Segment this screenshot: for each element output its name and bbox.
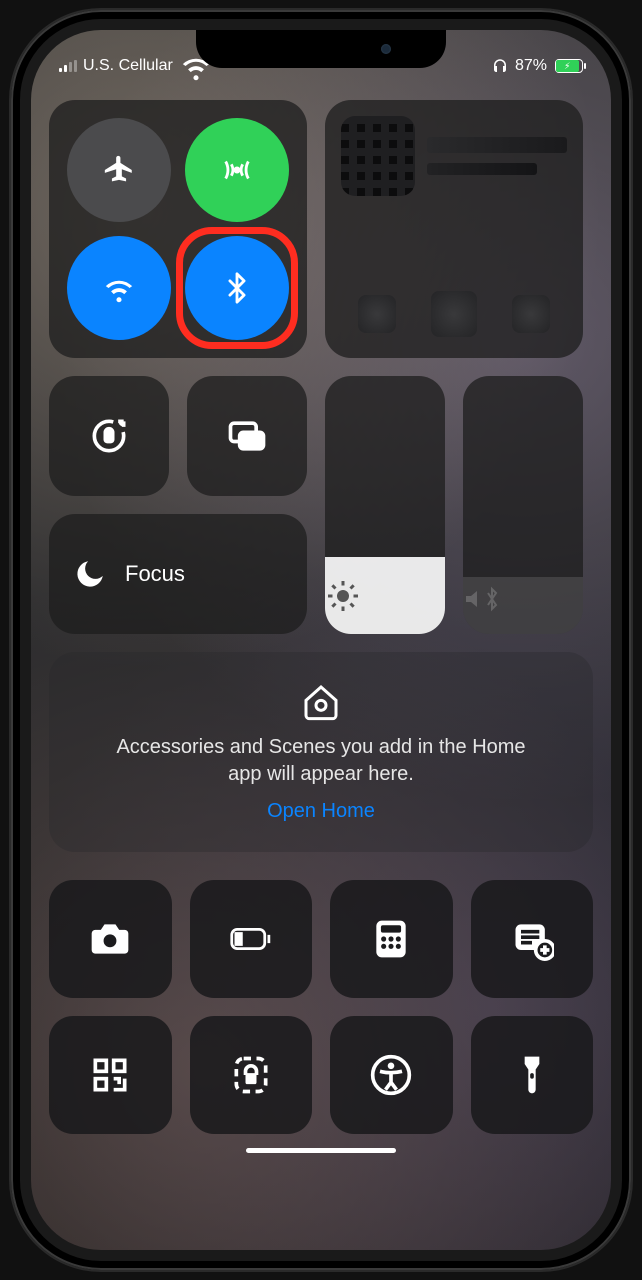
calculator-icon bbox=[369, 917, 413, 961]
screen-mirroring-icon bbox=[225, 414, 269, 458]
connectivity-module[interactable] bbox=[49, 100, 307, 358]
wifi-toggle[interactable] bbox=[67, 236, 171, 340]
open-home-link[interactable]: Open Home bbox=[267, 800, 375, 823]
camera-icon bbox=[88, 917, 132, 961]
camera-shortcut[interactable] bbox=[49, 880, 172, 998]
signal-bars-icon bbox=[59, 60, 77, 72]
moon-icon bbox=[73, 557, 107, 591]
home-indicator[interactable] bbox=[246, 1148, 396, 1153]
antenna-icon bbox=[220, 153, 254, 187]
low-power-shortcut[interactable] bbox=[190, 880, 313, 998]
phone-frame: U.S. Cellular 87% ⚡︎ bbox=[11, 10, 631, 1270]
qr-icon bbox=[88, 1053, 132, 1097]
media-title bbox=[427, 137, 567, 175]
brightness-slider[interactable] bbox=[325, 376, 445, 634]
media-artwork bbox=[341, 116, 415, 196]
focus-toggle[interactable]: Focus bbox=[49, 514, 307, 634]
home-module[interactable]: Accessories and Scenes you add in the Ho… bbox=[49, 652, 593, 852]
guided-access-icon bbox=[229, 1053, 273, 1097]
wifi-icon bbox=[102, 271, 136, 305]
airplane-mode-toggle[interactable] bbox=[67, 118, 171, 222]
home-empty-message: Accessories and Scenes you add in the Ho… bbox=[106, 734, 536, 788]
qr-scan-shortcut[interactable] bbox=[49, 1016, 172, 1134]
screen-mirroring-button[interactable] bbox=[187, 376, 307, 496]
battery-pct: 87% bbox=[515, 57, 547, 75]
notch bbox=[196, 30, 446, 68]
cellular-data-toggle[interactable] bbox=[185, 118, 289, 222]
guided-access-shortcut[interactable] bbox=[190, 1016, 313, 1134]
brightness-icon bbox=[325, 578, 445, 614]
note-add-icon bbox=[510, 917, 554, 961]
home-icon bbox=[301, 682, 341, 722]
screen: U.S. Cellular 87% ⚡︎ bbox=[31, 30, 611, 1250]
accessibility-icon bbox=[369, 1053, 413, 1097]
flashlight-icon bbox=[510, 1053, 554, 1097]
airplane-icon bbox=[102, 153, 136, 187]
front-camera bbox=[381, 44, 391, 54]
previous-track-button[interactable] bbox=[358, 295, 396, 333]
orientation-lock-toggle[interactable] bbox=[49, 376, 169, 496]
battery-low-icon bbox=[229, 917, 273, 961]
play-pause-button[interactable] bbox=[431, 291, 477, 337]
calculator-shortcut[interactable] bbox=[330, 880, 453, 998]
bluetooth-toggle[interactable] bbox=[185, 236, 289, 340]
headphones-icon bbox=[491, 57, 509, 75]
highlight-annotation bbox=[176, 227, 298, 349]
control-center: Focus bbox=[49, 100, 593, 1238]
orientation-lock-icon bbox=[87, 414, 131, 458]
next-track-button[interactable] bbox=[512, 295, 550, 333]
flashlight-shortcut[interactable] bbox=[471, 1016, 594, 1134]
carrier-name: U.S. Cellular bbox=[83, 57, 173, 75]
shortcut-grid bbox=[49, 880, 593, 1134]
notes-shortcut[interactable] bbox=[471, 880, 594, 998]
accessibility-shortcut[interactable] bbox=[330, 1016, 453, 1134]
battery-icon: ⚡︎ bbox=[555, 59, 583, 73]
focus-label: Focus bbox=[125, 561, 185, 587]
volume-slider[interactable] bbox=[463, 376, 583, 634]
now-playing-module[interactable] bbox=[325, 100, 583, 358]
volume-bluetooth-icon bbox=[463, 584, 583, 614]
